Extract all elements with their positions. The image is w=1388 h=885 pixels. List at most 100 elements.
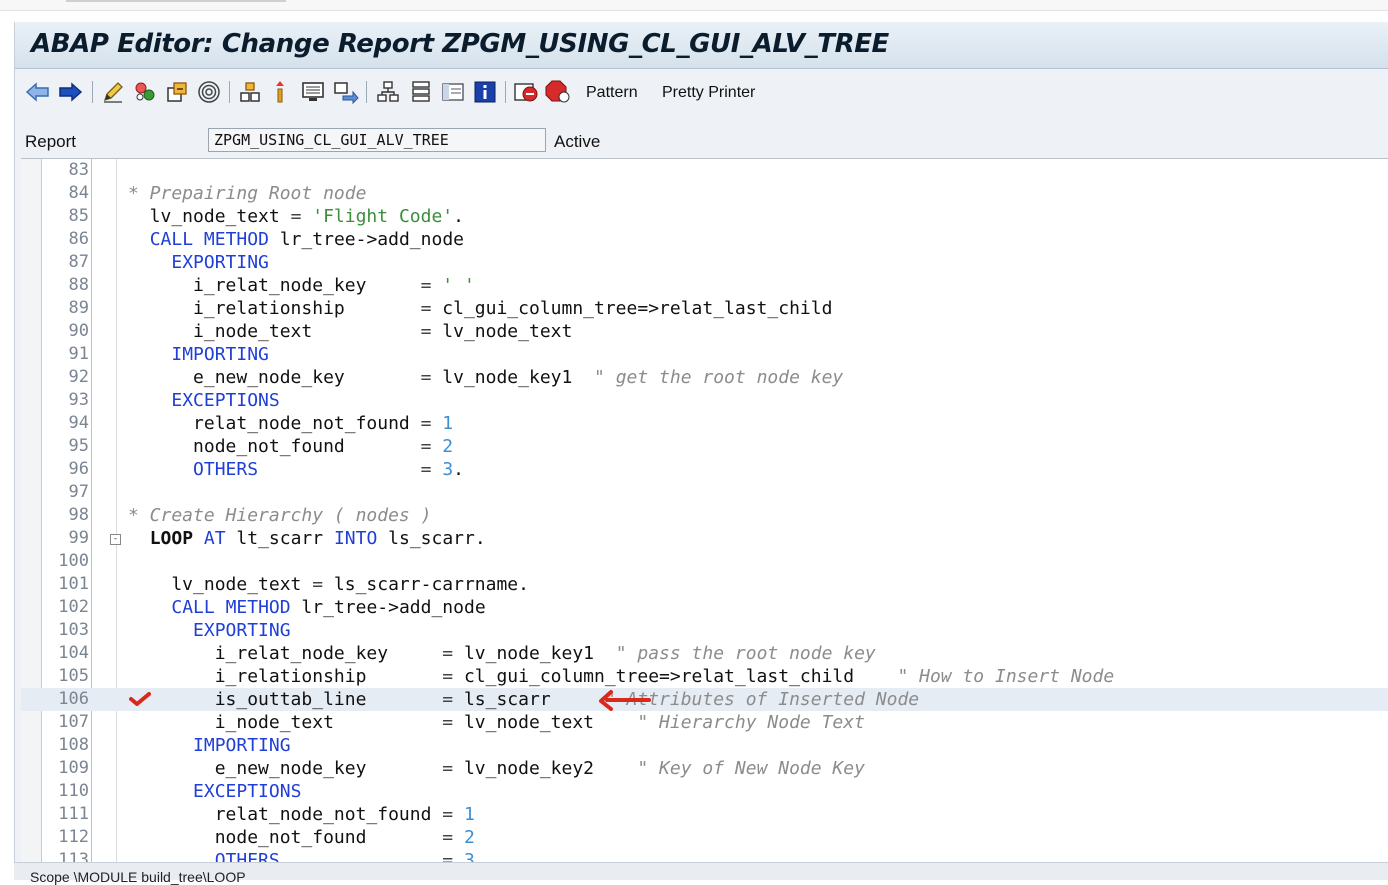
code-text: CALL METHOD lr_tree->add_node <box>149 229 464 250</box>
line-number: 90 <box>68 321 89 341</box>
code-text: node_not_found = 2 <box>128 827 475 848</box>
code-text: LOOP AT lt_scarr INTO ls_scarr. <box>149 528 486 549</box>
code-text: e_new_node_key = lv_node_key2 " Key of N… <box>128 758 865 779</box>
code-line[interactable]: 101 lv_node_text = ls_scarr-carrname. <box>21 573 1388 596</box>
line-number: 103 <box>58 620 89 640</box>
fold-toggle-icon[interactable]: - <box>110 534 121 545</box>
code-line[interactable]: 84 * Prepairing Root node <box>21 182 1388 205</box>
code-line[interactable]: 110 EXCEPTIONS <box>21 780 1388 803</box>
display-object-list-icon[interactable] <box>301 79 327 105</box>
report-name-field[interactable]: ZPGM_USING_CL_GUI_ALV_TREE <box>208 128 546 152</box>
test-run-icon[interactable] <box>196 79 222 105</box>
line-number: 83 <box>68 160 89 180</box>
code-line[interactable]: 100 <box>21 550 1388 573</box>
breakpoint-icon[interactable] <box>513 79 539 105</box>
position-icon[interactable] <box>267 79 293 105</box>
code-text: CALL METHOD lr_tree->add_node <box>171 597 486 618</box>
scope-text: Scope \MODULE build_tree\LOOP <box>30 869 246 885</box>
line-number: 104 <box>58 643 89 663</box>
code-line[interactable]: 104 i_relat_node_key = lv_node_key1 " pa… <box>21 642 1388 665</box>
code-line[interactable]: 99 LOOP AT lt_scarr INTO ls_scarr. - <box>21 527 1388 550</box>
line-number: 93 <box>68 390 89 410</box>
line-number: 102 <box>58 597 89 617</box>
info-icon[interactable] <box>472 79 498 105</box>
code-line[interactable]: 91 IMPORTING <box>21 343 1388 366</box>
pretty-printer-button[interactable]: Pretty Printer <box>662 84 755 102</box>
toolbar-separator <box>229 81 230 103</box>
code-line[interactable]: 95 node_not_found = 2 <box>21 435 1388 458</box>
code-line[interactable]: 105 i_relationship = cl_gui_column_tree=… <box>21 665 1388 688</box>
line-number: 109 <box>58 758 89 778</box>
code-text: EXPORTING <box>193 620 291 641</box>
application-toolbar: Pattern Pretty Printer <box>15 69 1388 117</box>
report-label: Report <box>25 132 77 151</box>
code-line[interactable]: 83 <box>21 159 1388 182</box>
code-text: * Create Hierarchy ( nodes ) <box>128 505 432 526</box>
forward-arrow-icon[interactable] <box>57 79 83 105</box>
code-line[interactable]: 109 e_new_node_key = lv_node_key2 " Key … <box>21 757 1388 780</box>
code-text: is_outtab_line = ls_scarr " Attributes o… <box>128 689 920 710</box>
code-line[interactable]: 94 relat_node_not_found = 1 <box>21 412 1388 435</box>
code-line[interactable]: 87 EXPORTING <box>21 251 1388 274</box>
code-line[interactable]: 92 e_new_node_key = lv_node_key1 " get t… <box>21 366 1388 389</box>
code-line[interactable]: 93 EXCEPTIONS <box>21 389 1388 412</box>
toolbar-separator <box>92 81 93 103</box>
line-number: 87 <box>68 252 89 272</box>
line-number: 108 <box>58 735 89 755</box>
line-number: 89 <box>68 298 89 318</box>
code-line[interactable]: 88 i_relat_node_key = ' ' <box>21 274 1388 297</box>
code-text: IMPORTING <box>193 735 291 756</box>
stop-icon[interactable] <box>545 79 571 105</box>
code-line[interactable]: 85 lv_node_text = 'Flight Code'. <box>21 205 1388 228</box>
line-number: 100 <box>58 551 89 571</box>
code-line[interactable]: 90 i_node_text = lv_node_text <box>21 320 1388 343</box>
hierarchy-icon[interactable] <box>375 79 401 105</box>
code-line[interactable]: 107 i_node_text = lv_node_text " Hierarc… <box>21 711 1388 734</box>
line-number: 96 <box>68 459 89 479</box>
code-line[interactable]: 86 CALL METHOD lr_tree->add_node <box>21 228 1388 251</box>
code-line[interactable]: 98 * Create Hierarchy ( nodes ) <box>21 504 1388 527</box>
where-used-icon[interactable] <box>237 79 263 105</box>
code-text: i_node_text = lv_node_text <box>128 321 573 342</box>
code-line[interactable]: 112 node_not_found = 2 <box>21 826 1388 849</box>
code-text: i_relationship = cl_gui_column_tree=>rel… <box>128 666 1115 687</box>
line-number: 85 <box>68 206 89 226</box>
back-arrow-icon[interactable] <box>25 79 51 105</box>
navigate-icon[interactable] <box>333 79 359 105</box>
code-text: EXCEPTIONS <box>193 781 302 802</box>
line-number: 88 <box>68 275 89 295</box>
line-number: 91 <box>68 344 89 364</box>
check-icon[interactable] <box>132 79 158 105</box>
code-text: lv_node_text = 'Flight Code'. <box>128 206 464 227</box>
code-text: node_not_found = 2 <box>128 436 454 457</box>
code-text: EXCEPTIONS <box>171 390 280 411</box>
line-number: 111 <box>58 804 89 824</box>
code-line[interactable]: 103 EXPORTING <box>21 619 1388 642</box>
screen-layout-icon[interactable] <box>440 79 466 105</box>
code-line[interactable]: 102 CALL METHOD lr_tree->add_node <box>21 596 1388 619</box>
line-number: 112 <box>58 827 89 847</box>
window-title: ABAP Editor: Change Report ZPGM_USING_CL… <box>31 29 889 59</box>
title-bar: ABAP Editor: Change Report ZPGM_USING_CL… <box>15 22 1388 69</box>
pattern-button[interactable]: Pattern <box>586 84 638 102</box>
code-line[interactable]: 97 <box>21 481 1388 504</box>
code-line[interactable]: 96 OTHERS = 3. <box>21 458 1388 481</box>
code-text: e_new_node_key = lv_node_key1 " get the … <box>128 367 844 388</box>
code-text: relat_node_not_found = 1 <box>128 413 454 434</box>
code-editor[interactable]: 83 84 * Prepairing Root node 85 lv_node_tex… <box>21 158 1388 864</box>
code-line[interactable]: 106 is_outtab_line = ls_scarr " Attribut… <box>21 688 1388 711</box>
code-line[interactable]: 108 IMPORTING <box>21 734 1388 757</box>
activate-icon[interactable] <box>164 79 190 105</box>
stack-icon[interactable] <box>408 79 434 105</box>
code-text: i_relat_node_key = ' ' <box>128 275 475 296</box>
edit-pencil-icon[interactable] <box>100 79 126 105</box>
line-number: 107 <box>58 712 89 732</box>
code-line[interactable]: 111 relat_node_not_found = 1 <box>21 803 1388 826</box>
line-number: 99 <box>68 528 89 548</box>
report-status: Active <box>554 132 601 151</box>
line-number: 94 <box>68 413 89 433</box>
checkmark-annotation-icon <box>129 691 151 711</box>
line-number: 97 <box>68 482 89 502</box>
code-line[interactable]: 89 i_relationship = cl_gui_column_tree=>… <box>21 297 1388 320</box>
editor-window: ABAP Editor: Change Report ZPGM_USING_CL… <box>14 22 1388 879</box>
